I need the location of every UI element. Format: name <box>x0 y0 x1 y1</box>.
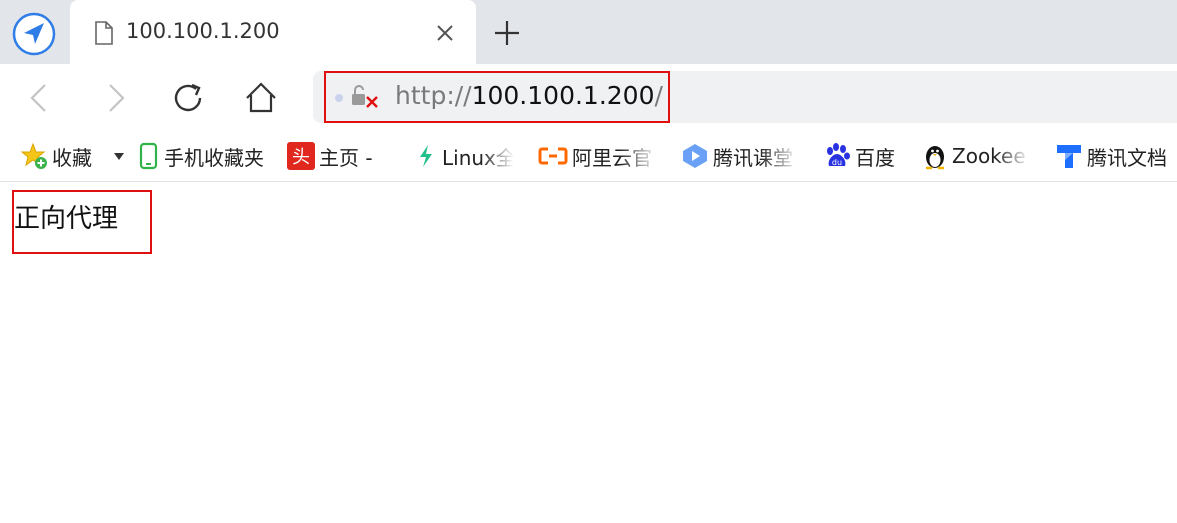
bookmark-label: 腾讯文档 <box>1087 145 1167 170</box>
bookmark-favorites[interactable]: 收藏 <box>20 142 92 170</box>
bookmark-baidu[interactable]: du 百度 <box>823 142 895 170</box>
active-tab[interactable]: 100.100.1.200 <box>70 0 476 64</box>
bookmark-label: 手机收藏夹 <box>164 145 264 170</box>
bookmark-label: 阿里云官 <box>572 145 652 170</box>
bookmark-label: 收藏 <box>52 145 92 170</box>
home-button[interactable] <box>241 78 281 118</box>
linux-leaf-icon <box>420 145 432 167</box>
chevron-down-icon[interactable] <box>114 153 124 161</box>
back-button[interactable] <box>20 78 60 118</box>
new-tab-button[interactable] <box>490 16 524 50</box>
svg-text:头: 头 <box>292 147 310 168</box>
penguin-icon <box>926 146 944 170</box>
favorites-star-icon <box>20 142 47 169</box>
phone-icon <box>139 142 158 170</box>
aliyun-icon <box>538 147 568 165</box>
tencent-classroom-icon <box>683 144 707 168</box>
bookmark-home[interactable]: 头 主页 - <box>287 142 373 170</box>
bookmark-tencent-classroom[interactable]: 腾讯课堂 <box>681 142 799 170</box>
bookmark-mobile[interactable]: 手机收藏夹 <box>138 142 264 170</box>
bookmarks-bar: 收藏 手机收藏夹 头 主页 - Linux全 阿里云官 腾讯课堂 du 百度 Z… <box>0 130 1177 182</box>
content-highlight-box <box>12 190 152 254</box>
bookmark-label: Zookee <box>952 144 1026 168</box>
svg-text:du: du <box>832 158 842 167</box>
forward-button[interactable] <box>95 78 135 118</box>
bookmark-label: Linux全 <box>442 145 514 170</box>
reload-button[interactable] <box>168 78 208 118</box>
bookmark-tencent-docs[interactable]: 腾讯文档 <box>1055 142 1167 170</box>
bookmark-label: 百度 <box>855 145 895 170</box>
bookmark-linux[interactable]: Linux全 <box>414 142 514 170</box>
bookmark-label: 主页 - <box>319 145 373 170</box>
baidu-paw-icon: du <box>827 143 850 167</box>
page-icon <box>95 21 113 45</box>
close-tab-icon[interactable] <box>434 22 456 44</box>
tencent-docs-icon <box>1057 145 1081 168</box>
tab-title: 100.100.1.200 <box>126 19 280 43</box>
address-highlight-box <box>324 71 670 123</box>
bookmark-label: 腾讯课堂 <box>713 145 793 170</box>
bookmark-zookeeper[interactable]: Zookee <box>922 142 1030 170</box>
toutiao-icon: 头 <box>287 142 315 170</box>
bookmark-aliyun[interactable]: 阿里云官 <box>538 142 658 170</box>
browser-logo-icon[interactable] <box>12 12 56 56</box>
